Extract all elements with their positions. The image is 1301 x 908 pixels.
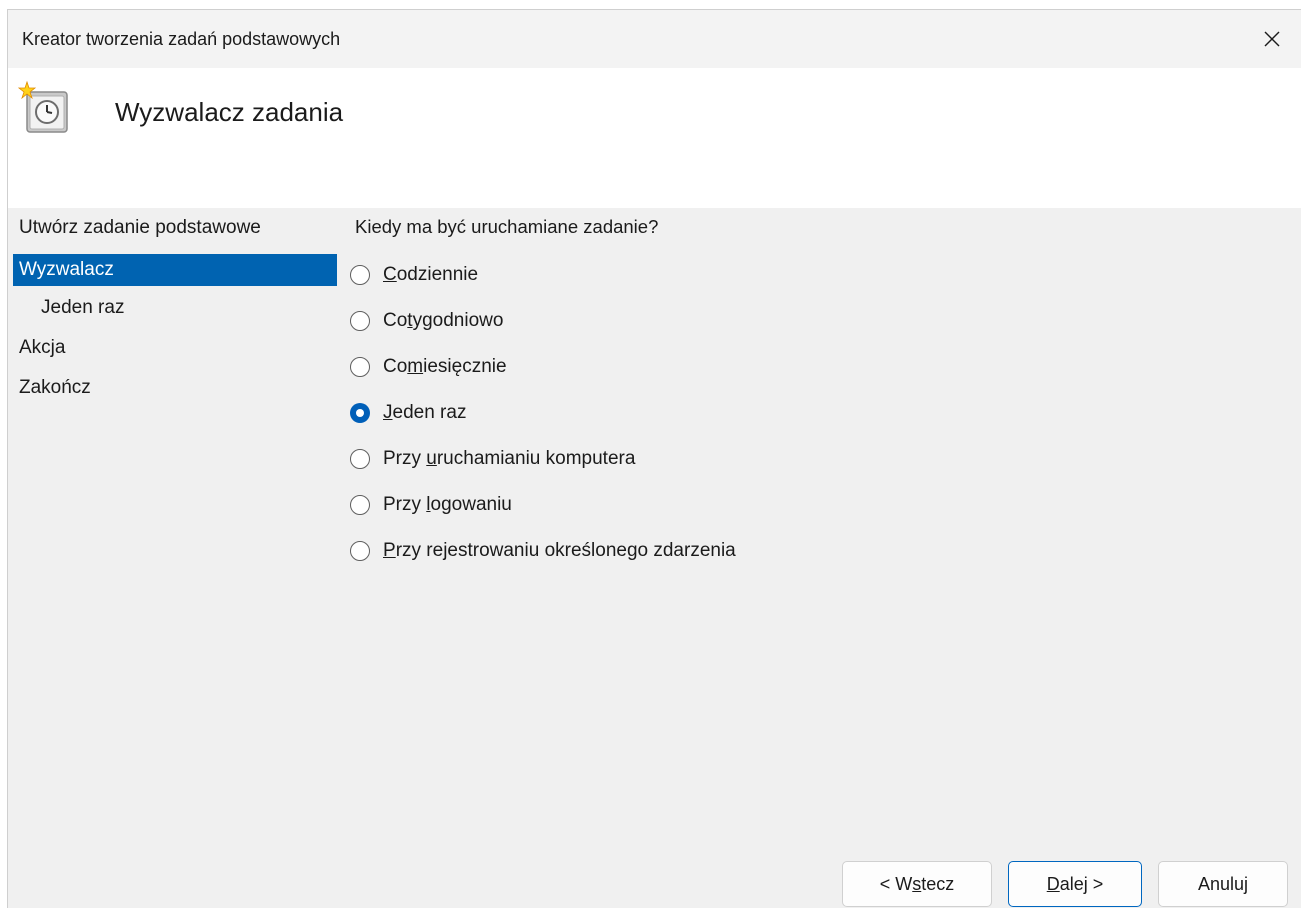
radio-monthly[interactable]: Comiesięcznie	[350, 352, 507, 382]
radio-at-startup[interactable]: Przy uruchamianiu komputera	[350, 444, 635, 474]
radio-label: Przy uruchamianiu komputera	[383, 448, 636, 469]
radio-button[interactable]	[350, 265, 370, 285]
page-title: Wyzwalacz zadania	[115, 97, 344, 127]
radio-at-logon[interactable]: Przy logowaniu	[350, 490, 512, 520]
radio-label: Przy logowaniu	[383, 494, 512, 515]
radio-button-checked[interactable]	[350, 403, 370, 423]
radio-daily[interactable]: Codziennie	[350, 260, 478, 290]
close-button[interactable]	[1243, 10, 1301, 68]
cancel-button[interactable]: Anuluj	[1158, 861, 1288, 907]
sidebar-item-trigger[interactable]: Wyzwalacz	[13, 254, 337, 286]
radio-label: Jeden raz	[383, 402, 467, 423]
radio-label: Przy rejestrowaniu określonego zdarzenia	[383, 540, 736, 561]
wizard-dialog: Kreator tworzenia zadań podstawowych Wyz…	[7, 9, 1301, 908]
wizard-steps-sidebar: Utwórz zadanie podstawowe Wyzwalacz Jede…	[8, 208, 338, 828]
window-title: Kreator tworzenia zadań podstawowych	[22, 29, 341, 49]
radio-on-event[interactable]: Przy rejestrowaniu określonego zdarzenia	[350, 536, 736, 566]
radio-weekly[interactable]: Cotygodniowo	[350, 306, 503, 336]
next-button[interactable]: Dalej >	[1008, 861, 1142, 907]
title-bar: Kreator tworzenia zadań podstawowych	[8, 10, 1301, 68]
back-button[interactable]: < Ws tecz	[842, 861, 992, 907]
sidebar-item-finish[interactable]: Zakończ	[13, 372, 337, 404]
task-scheduler-icon	[18, 80, 68, 133]
sidebar-item-one-time[interactable]: Jeden raz	[13, 292, 337, 324]
radio-one-time[interactable]: Jeden raz	[350, 398, 466, 428]
radio-label: Cotygodniowo	[383, 310, 504, 331]
radio-button[interactable]	[350, 541, 370, 561]
sidebar-item-action[interactable]: Akcja	[13, 332, 337, 364]
close-icon	[1264, 31, 1280, 47]
radio-label: Codziennie	[383, 264, 479, 285]
radio-label: Comiesięcznie	[383, 356, 507, 377]
wizard-header: Wyzwalacz zadania	[8, 68, 1301, 208]
radio-button[interactable]	[350, 495, 370, 515]
sidebar-item-create-basic-task[interactable]: Utwórz zadanie podstawowe	[13, 212, 337, 244]
trigger-question: Kiedy ma być uruchamiane zadanie?	[355, 216, 659, 237]
trigger-content: Kiedy ma być uruchamiane zadanie? Codzie…	[346, 208, 1246, 808]
radio-button[interactable]	[350, 357, 370, 377]
radio-button[interactable]	[350, 449, 370, 469]
radio-button[interactable]	[350, 311, 370, 331]
